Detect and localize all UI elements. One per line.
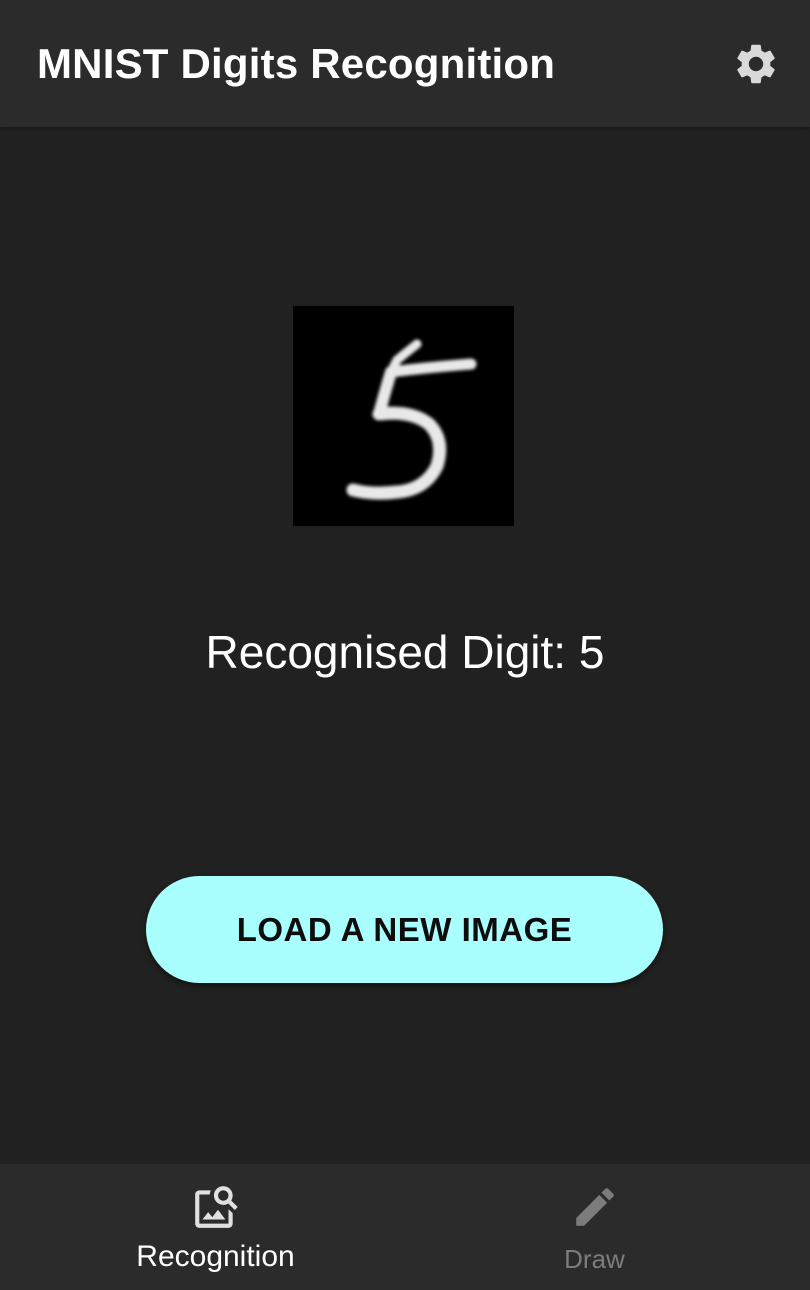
bottom-navigation: Recognition Draw	[0, 1164, 810, 1290]
nav-label-recognition: Recognition	[136, 1240, 295, 1273]
app-bar: MNIST Digits Recognition	[0, 0, 810, 127]
app-title: MNIST Digits Recognition	[37, 40, 556, 87]
gear-icon	[737, 44, 775, 84]
nav-item-recognition[interactable]: Recognition	[13, 1164, 418, 1290]
digit-image	[293, 306, 514, 526]
nav-item-draw[interactable]: Draw	[392, 1164, 797, 1290]
settings-button[interactable]	[726, 34, 786, 94]
recognised-digit-text: Recognised Digit: 5	[205, 626, 605, 678]
nav-label-draw: Draw	[564, 1244, 625, 1274]
load-new-image-button[interactable]: LOAD A NEW IMAGE	[146, 876, 663, 983]
image-search-icon	[194, 1186, 238, 1228]
pencil-icon	[575, 1188, 614, 1226]
